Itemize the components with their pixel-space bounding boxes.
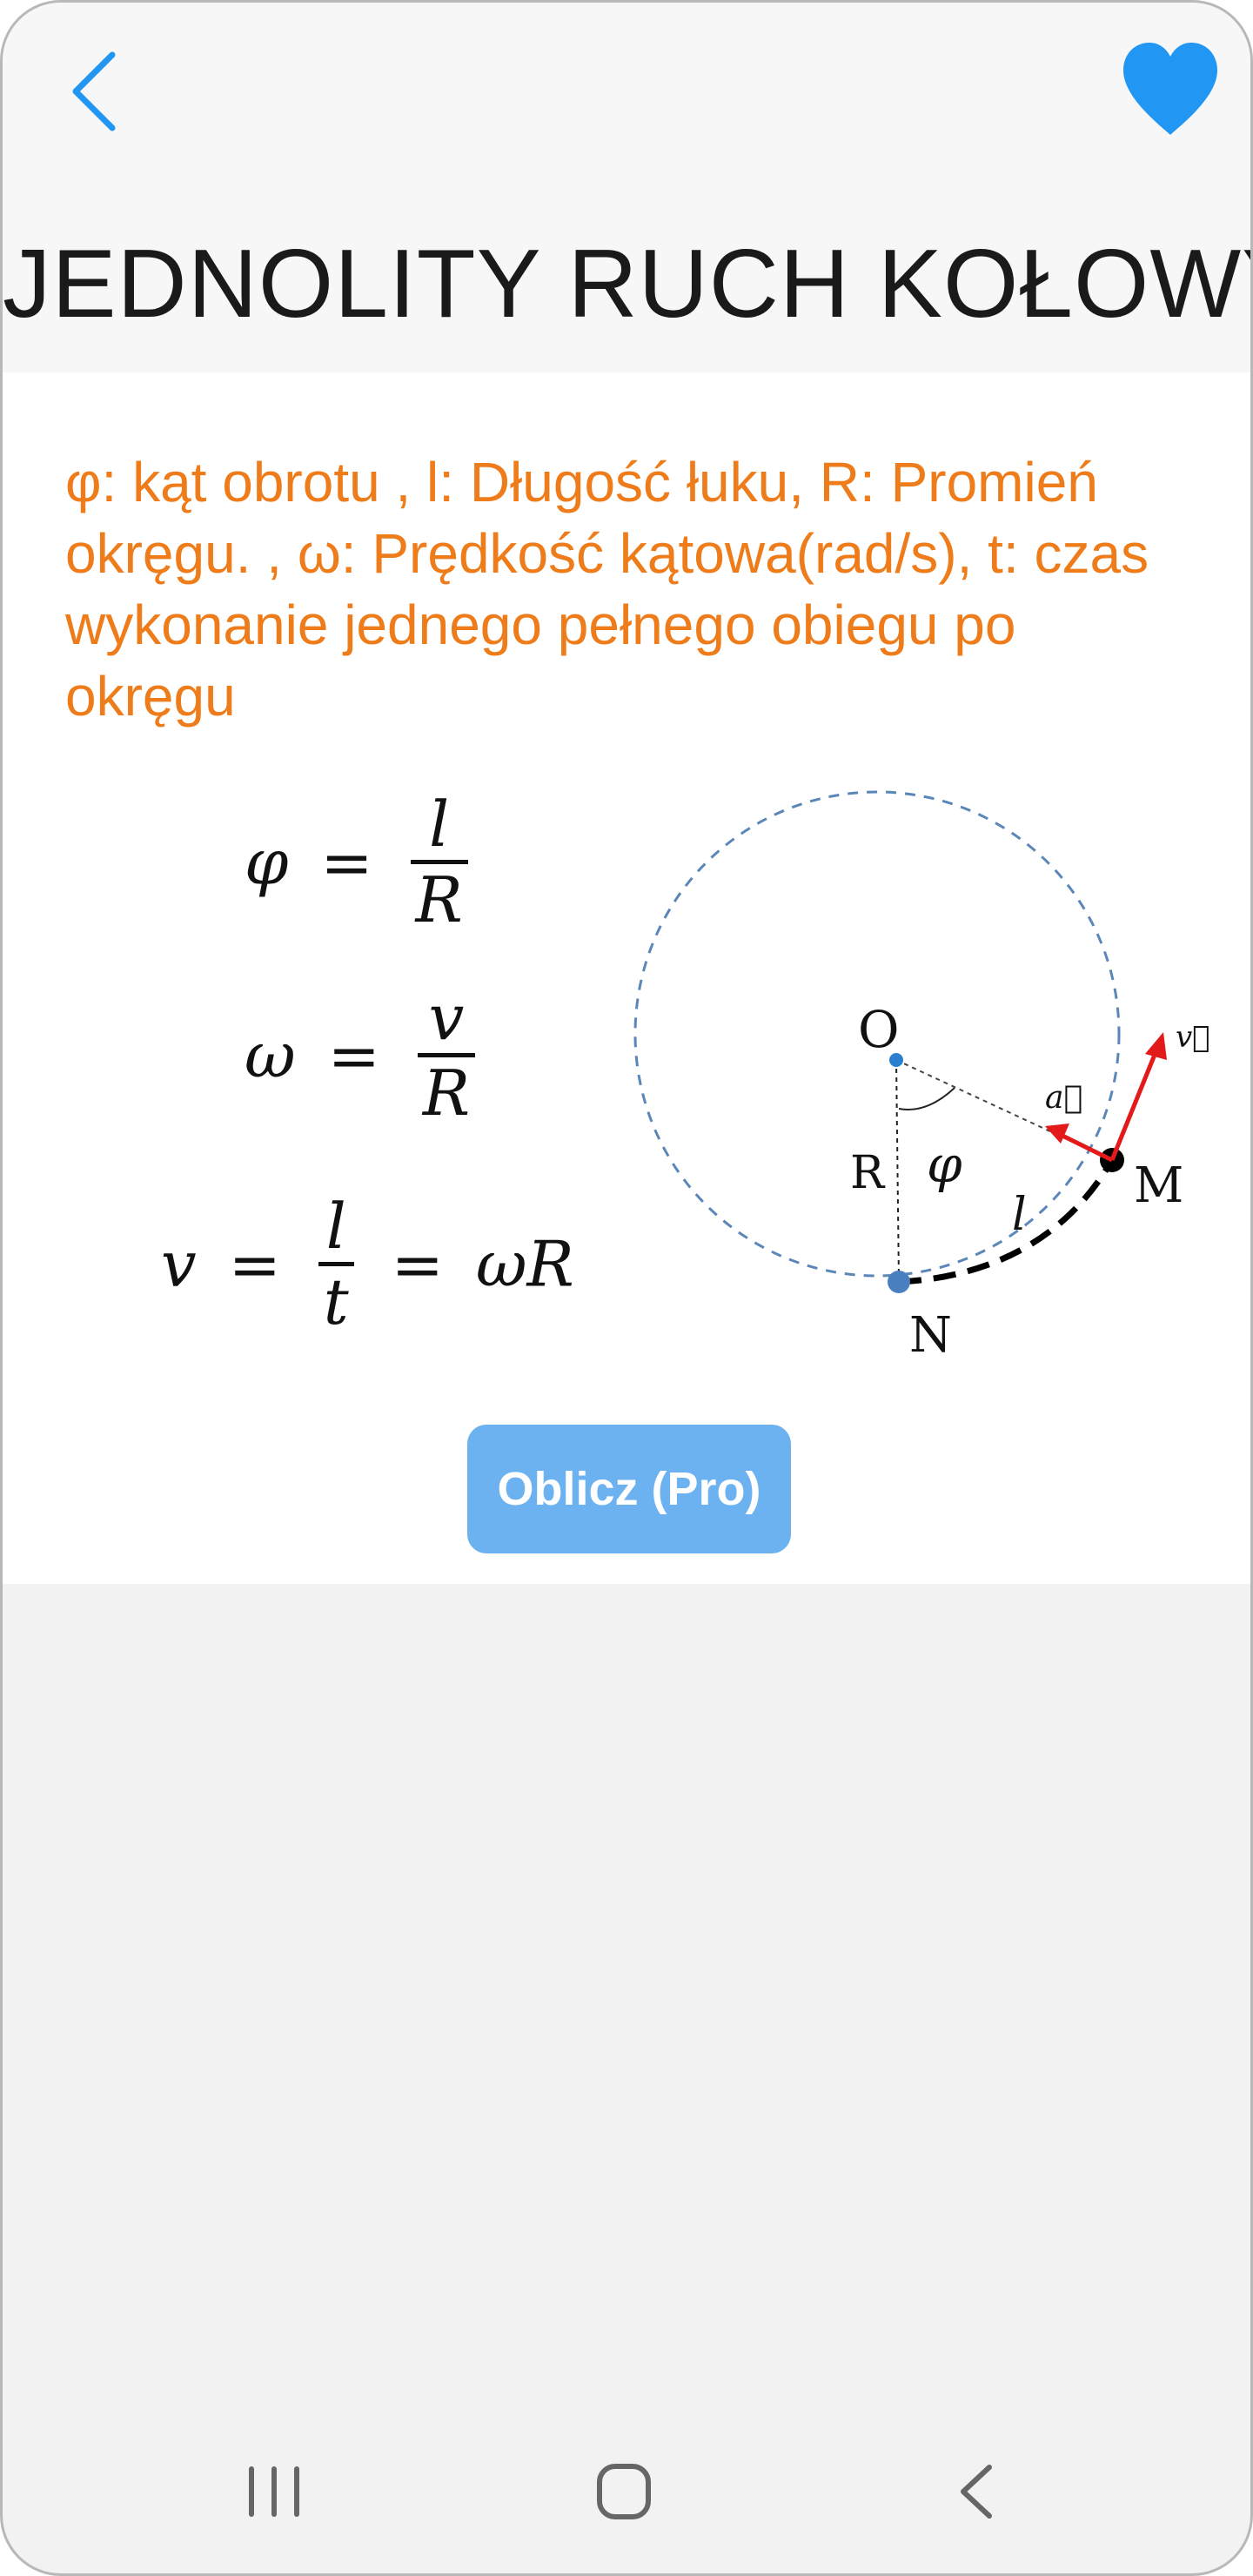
content-card: φ: kąt obrotu , l: Długość łuku, R: Prom… — [3, 372, 1250, 1584]
formula-equals: = — [327, 1018, 380, 1092]
formula-linear-velocity: v = l t = ωR — [161, 1191, 574, 1338]
label-o: O — [858, 1000, 900, 1059]
angle-arc — [898, 1087, 955, 1110]
formula-angular-velocity: ω = v R — [245, 982, 480, 1129]
heart-icon — [1123, 43, 1217, 135]
point-n — [888, 1271, 910, 1293]
header: JEDNOLITY RUCH KOŁOWY — [3, 3, 1253, 372]
formula-omega-numerator: v — [428, 981, 465, 1054]
acceleration-vector — [1055, 1130, 1114, 1163]
formula-omega-lhs: ω — [245, 1018, 296, 1092]
formula-v-numerator: l — [325, 1190, 346, 1263]
formula-v-lhs: v — [161, 1227, 197, 1301]
back-button[interactable] — [58, 48, 137, 135]
recent-apps-button[interactable] — [222, 2448, 326, 2535]
app-screen: JEDNOLITY RUCH KOŁOWY φ: kąt obrotu , l:… — [0, 0, 1253, 2576]
formula-v-rhs: ωR — [475, 1227, 574, 1301]
label-r: R — [850, 1147, 886, 1199]
favorite-button[interactable] — [1120, 41, 1221, 138]
description-text: φ: kąt obrotu , l: Długość łuku, R: Prom… — [65, 451, 1149, 728]
velocity-vector — [1109, 1045, 1161, 1161]
formula-omega-fraction: v R — [417, 981, 476, 1130]
system-nav-bar — [3, 2431, 1250, 2553]
formula-angle: φ = l R — [245, 788, 473, 936]
label-v: v⃗ — [1176, 1020, 1210, 1055]
back-icon — [961, 2465, 992, 2519]
label-n: N — [909, 1307, 952, 1364]
label-m: M — [1134, 1157, 1183, 1214]
nav-back-button[interactable] — [923, 2448, 1028, 2535]
velocity-arrowhead — [1145, 1032, 1167, 1060]
recent-apps-icon — [249, 2466, 299, 2517]
radius-line — [895, 1059, 900, 1283]
home-icon — [597, 2464, 651, 2519]
formula-equals: = — [320, 825, 373, 899]
label-l: l — [1012, 1189, 1027, 1241]
formula-equals: = — [391, 1227, 444, 1301]
formula-omega-denominator: R — [422, 1057, 471, 1130]
chevron-left-icon — [72, 51, 116, 131]
calculate-pro-button[interactable]: Oblicz (Pro) — [467, 1425, 791, 1553]
label-phi: φ — [927, 1135, 962, 1194]
circular-motion-diagram: O R φ a⃗ v⃗ l M N — [633, 790, 1210, 1364]
formula-angle-numerator: l — [429, 788, 450, 861]
page-title: JEDNOLITY RUCH KOŁOWY — [3, 230, 1253, 338]
formula-equals: = — [228, 1227, 281, 1301]
formula-angle-lhs: φ — [245, 825, 289, 899]
formula-v-fraction: l t — [318, 1191, 354, 1338]
label-a: a⃗ — [1045, 1080, 1082, 1116]
formula-v-denominator: t — [323, 1265, 349, 1338]
home-button[interactable] — [572, 2448, 676, 2535]
formula-angle-denominator: R — [415, 863, 463, 936]
formula-angle-fraction: l R — [410, 788, 468, 936]
acceleration-arrowhead — [1045, 1124, 1069, 1144]
